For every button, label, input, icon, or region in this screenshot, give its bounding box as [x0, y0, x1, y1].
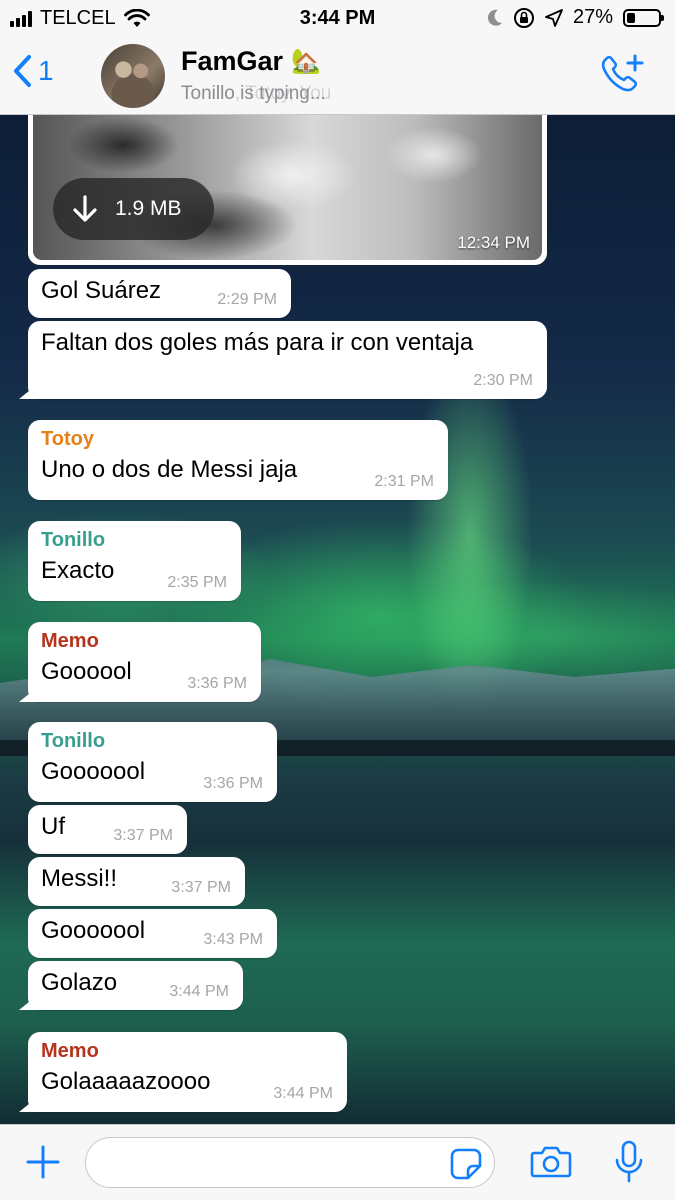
message-bubble[interactable]: Messi!! 3:37 PM: [28, 857, 245, 906]
group-name: FamGar: [181, 46, 284, 76]
media-message[interactable]: 1.9 MB 12:34 PM: [28, 115, 547, 265]
plus-icon: [26, 1145, 60, 1179]
group-avatar[interactable]: [101, 44, 165, 108]
message-time: 2:35 PM: [167, 574, 227, 591]
moon-icon: [487, 9, 502, 26]
message-bubble[interactable]: Memo Golaaaaazoooo 3:44 PM: [28, 1032, 347, 1112]
chat-area[interactable]: 1.9 MB 12:34 PM Gol Suárez 2:29 PM Faltan …: [0, 115, 675, 1124]
message-bubble[interactable]: Gol Suárez 2:29 PM: [28, 269, 291, 318]
rotation-lock-icon: [513, 7, 534, 28]
message-time: 3:36 PM: [203, 775, 263, 792]
typing-indicator: Tonillo is typing...: [181, 83, 326, 104]
battery-percent: 27%: [572, 6, 613, 28]
chevron-left-icon: [14, 55, 31, 87]
chat-title[interactable]: FamGar 🏡: [181, 46, 321, 77]
sender-name[interactable]: Tonillo: [41, 529, 229, 551]
message-bubble[interactable]: Tonillo Exacto 2:35 PM: [28, 521, 241, 601]
message-time: 2:30 PM: [473, 372, 533, 389]
battery-fill: [627, 12, 635, 23]
message-time: 3:37 PM: [113, 827, 173, 844]
house-icon: 🏡: [291, 48, 321, 75]
back-button[interactable]: 1: [12, 54, 54, 88]
download-arrow-icon: [73, 195, 97, 222]
download-button[interactable]: 1.9 MB: [53, 178, 214, 240]
message-bubble[interactable]: Golazo 3:44 PM: [28, 961, 243, 1010]
sender-name[interactable]: Totoy: [41, 428, 436, 450]
message-input-field[interactable]: [85, 1137, 495, 1188]
message-bubble[interactable]: Uf 3:37 PM: [28, 805, 187, 854]
sender-name[interactable]: Memo: [41, 1040, 335, 1062]
message-bubble[interactable]: Faltan dos goles más para ir con ventaja…: [28, 321, 547, 399]
chat-subtitle: Tonillo, Totoy, You Tonillo is typing...: [181, 83, 331, 105]
add-call-button[interactable]: [599, 54, 645, 101]
microphone-icon: [615, 1140, 643, 1183]
sticker-icon: [450, 1148, 482, 1180]
location-icon: [545, 8, 563, 27]
attach-button[interactable]: [26, 1145, 60, 1184]
camera-button[interactable]: [530, 1143, 572, 1184]
phone-add-icon: [601, 54, 644, 92]
message-time: 2:31 PM: [374, 473, 434, 490]
message-bubble[interactable]: Tonillo Gooooool 3:36 PM: [28, 722, 277, 802]
message-input[interactable]: [102, 1148, 446, 1178]
unread-count: 1: [38, 55, 54, 86]
camera-icon: [530, 1146, 572, 1178]
sender-name[interactable]: Memo: [41, 630, 249, 652]
message-time: 12:34 PM: [457, 233, 530, 252]
message-text: Faltan dos goles más para ir con ventaja: [41, 329, 474, 356]
message-bubble[interactable]: Gooooool 3:43 PM: [28, 909, 277, 958]
message-time: 3:43 PM: [203, 931, 263, 948]
sticker-button[interactable]: [450, 1148, 482, 1185]
sender-name[interactable]: Tonillo: [41, 730, 265, 752]
message-time: 3:37 PM: [171, 879, 231, 896]
message-bubble[interactable]: Memo Goooool 3:36 PM: [28, 622, 261, 702]
file-size: 1.9 MB: [115, 197, 182, 220]
input-bar: [0, 1124, 675, 1200]
message-time: 3:36 PM: [187, 675, 247, 692]
chat-header: 1 FamGar 🏡 Tonillo, Totoy, You Tonillo i…: [0, 36, 675, 115]
message-bubble[interactable]: Totoy Uno o dos de Messi jaja 2:31 PM: [28, 420, 448, 500]
message-time: 3:44 PM: [273, 1085, 333, 1102]
battery-icon: [623, 8, 664, 27]
status-bar: TELCEL 3:44 PM 27%: [0, 0, 675, 36]
voice-note-button[interactable]: [614, 1140, 644, 1189]
image-thumbnail[interactable]: 1.9 MB 12:34 PM: [33, 115, 542, 260]
message-time: 3:44 PM: [169, 983, 229, 1000]
message-time: 2:29 PM: [217, 291, 277, 308]
